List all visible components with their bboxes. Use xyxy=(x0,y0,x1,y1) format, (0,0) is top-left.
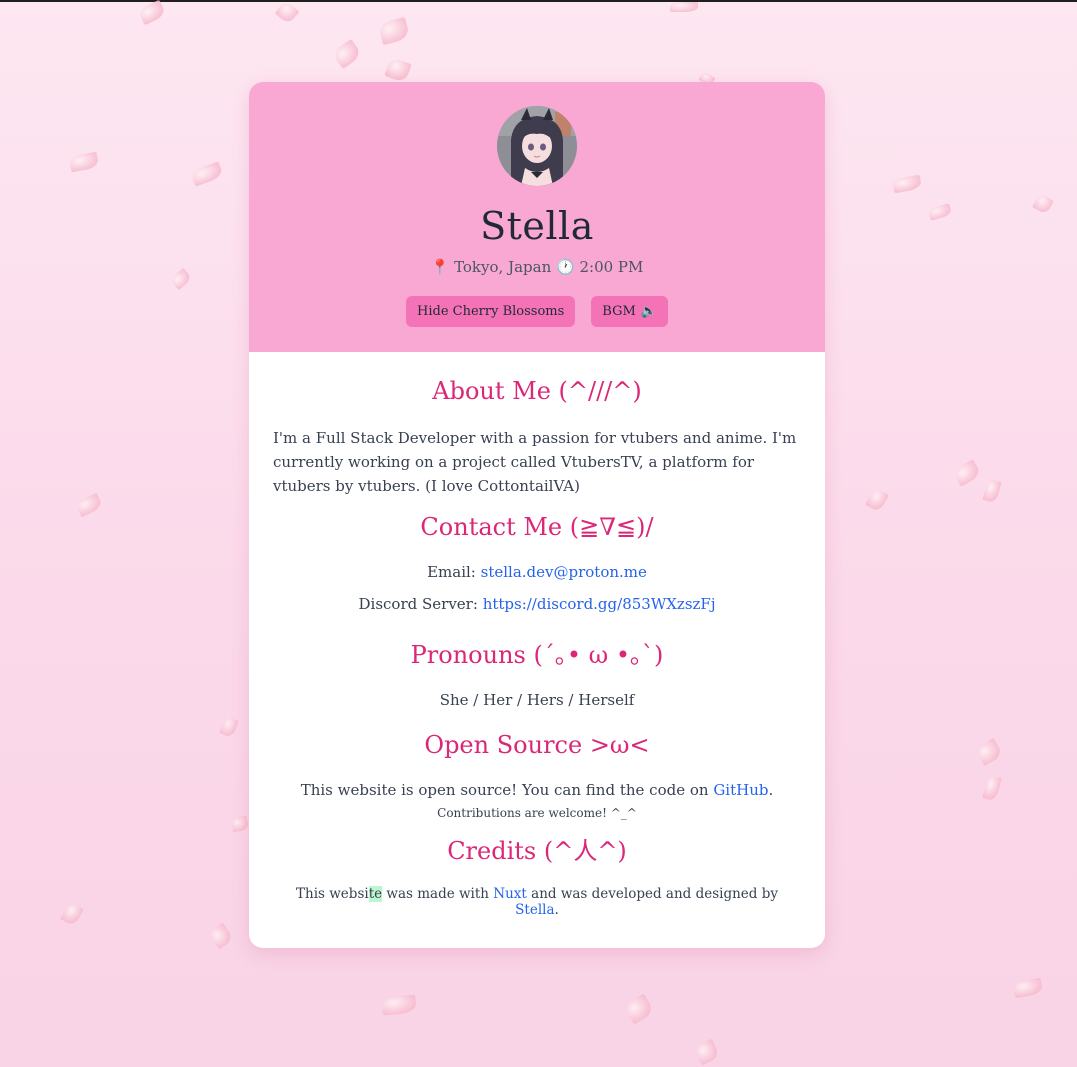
credits-part3: and was developed and designed by xyxy=(531,886,778,902)
nuxt-link[interactable]: Nuxt xyxy=(493,886,527,902)
header-buttons: Hide Cherry Blossoms BGM 🔈 xyxy=(249,296,825,327)
petal xyxy=(377,16,411,46)
location-text: Tokyo, Japan xyxy=(454,258,552,276)
petal xyxy=(190,161,224,187)
petal xyxy=(670,2,698,12)
petal xyxy=(865,487,889,513)
petal xyxy=(219,716,239,738)
avatar-illustration xyxy=(497,106,577,186)
hide-cherry-blossoms-button[interactable]: Hide Cherry Blossoms xyxy=(406,296,576,327)
discord-label: Discord Server: xyxy=(358,595,478,613)
opensource-title: Open Source >ω< xyxy=(424,731,650,759)
email-label: Email: xyxy=(427,563,476,581)
about-section: About Me (^///^) I'm a Full Stack Develo… xyxy=(273,376,801,498)
petal xyxy=(982,478,1002,504)
pronouns-section: Pronouns (´｡• ω •｡`) She / Her / Hers / … xyxy=(273,640,801,710)
about-text: I'm a Full Stack Developer with a passio… xyxy=(273,429,797,495)
petal xyxy=(169,267,193,291)
text-selection-highlight: te xyxy=(368,886,383,902)
hide-cherry-blossoms-label: Hide Cherry Blossoms xyxy=(417,304,565,319)
profile-name: Stella xyxy=(480,204,594,248)
contact-section: Contact Me (≧∇≦)/ Email: stella.dev@prot… xyxy=(273,512,801,614)
author-link[interactable]: Stella xyxy=(515,902,554,918)
petal xyxy=(68,151,100,173)
opensource-text-before: This website is open source! You can fin… xyxy=(300,781,709,799)
petal xyxy=(952,459,982,487)
petal xyxy=(1012,977,1044,999)
bgm-label: BGM xyxy=(602,304,636,319)
discord-link[interactable]: https://discord.gg/853WXzszFj xyxy=(483,595,716,613)
petal xyxy=(927,203,953,221)
petal xyxy=(207,922,235,950)
petal xyxy=(381,994,417,1016)
pin-icon: 📍 xyxy=(430,258,450,276)
opensource-text: This website is open source! You can fin… xyxy=(273,780,801,800)
pronouns-title: Pronouns (´｡• ω •｡`) xyxy=(410,641,664,669)
credits-text: This website was made with Nuxt and was … xyxy=(273,886,801,918)
petal xyxy=(74,492,104,518)
profile-header: Stella 📍 Tokyo, Japan 🕐 2:00 PM Hide Che… xyxy=(249,82,825,352)
contributions-note: Contributions are welcome! ^_^ xyxy=(437,806,637,820)
petal xyxy=(623,993,655,1025)
profile-card: Stella 📍 Tokyo, Japan 🕐 2:00 PM Hide Che… xyxy=(249,82,825,948)
email-line: Email: stella.dev@proton.me xyxy=(273,562,801,582)
email-link[interactable]: stella.dev@proton.me xyxy=(481,563,647,581)
opensource-text-after: . xyxy=(768,781,774,799)
bgm-button[interactable]: BGM 🔈 xyxy=(591,296,668,327)
credits-end: . xyxy=(554,902,559,918)
petal xyxy=(891,174,923,194)
petal xyxy=(274,0,300,25)
github-link[interactable]: GitHub xyxy=(713,781,768,799)
petal xyxy=(230,815,250,833)
opensource-section: Open Source >ω< This website is open sou… xyxy=(273,730,801,820)
contact-title: Contact Me (≧∇≦)/ xyxy=(420,513,654,541)
clock-icon: 🕐 xyxy=(556,258,575,276)
about-title: About Me (^///^) xyxy=(432,377,642,405)
petal xyxy=(60,901,84,927)
petal xyxy=(693,1038,721,1066)
profile-body: About Me (^///^) I'm a Full Stack Develo… xyxy=(249,352,825,918)
discord-line: Discord Server: https://discord.gg/853WX… xyxy=(273,594,801,614)
speaker-icon: 🔈 xyxy=(640,304,657,319)
location-time: 📍 Tokyo, Japan 🕐 2:00 PM xyxy=(249,258,825,276)
petal xyxy=(384,56,412,84)
petal xyxy=(137,0,167,26)
credits-title: Credits (^人^) xyxy=(447,837,627,865)
petal xyxy=(982,774,1002,802)
credits-section: Credits (^人^) This website was made with… xyxy=(273,836,801,918)
petal xyxy=(974,737,1004,767)
avatar xyxy=(497,106,577,186)
credits-part2: was made with xyxy=(382,886,489,902)
credits-part1: This websi xyxy=(296,886,369,902)
pronouns-text: She / Her / Hers / Herself xyxy=(439,691,635,709)
petal xyxy=(1032,193,1054,215)
petal xyxy=(331,38,363,70)
time-text: 2:00 PM xyxy=(579,258,644,276)
